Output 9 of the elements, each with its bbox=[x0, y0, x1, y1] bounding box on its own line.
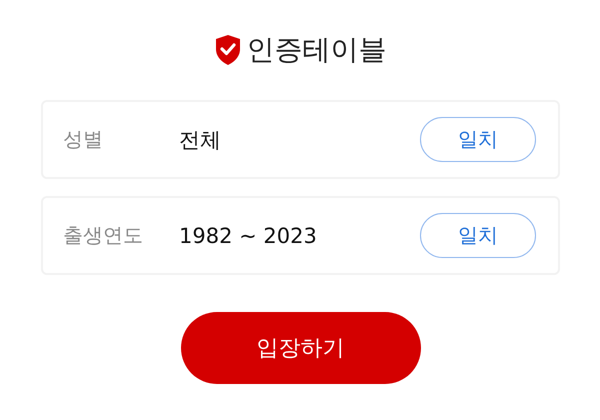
shield-check-icon bbox=[214, 34, 240, 66]
filter-value: 1982 ~ 2023 bbox=[179, 224, 318, 248]
filter-label: 성별 bbox=[63, 126, 104, 153]
page-title: 인증테이블 bbox=[246, 32, 386, 68]
filter-value: 전체 bbox=[179, 126, 222, 154]
filter-label: 출생연도 bbox=[63, 222, 144, 249]
match-button[interactable]: 일치 bbox=[420, 117, 536, 162]
enter-button[interactable]: 입장하기 bbox=[180, 312, 420, 384]
match-button[interactable]: 일치 bbox=[420, 213, 536, 258]
